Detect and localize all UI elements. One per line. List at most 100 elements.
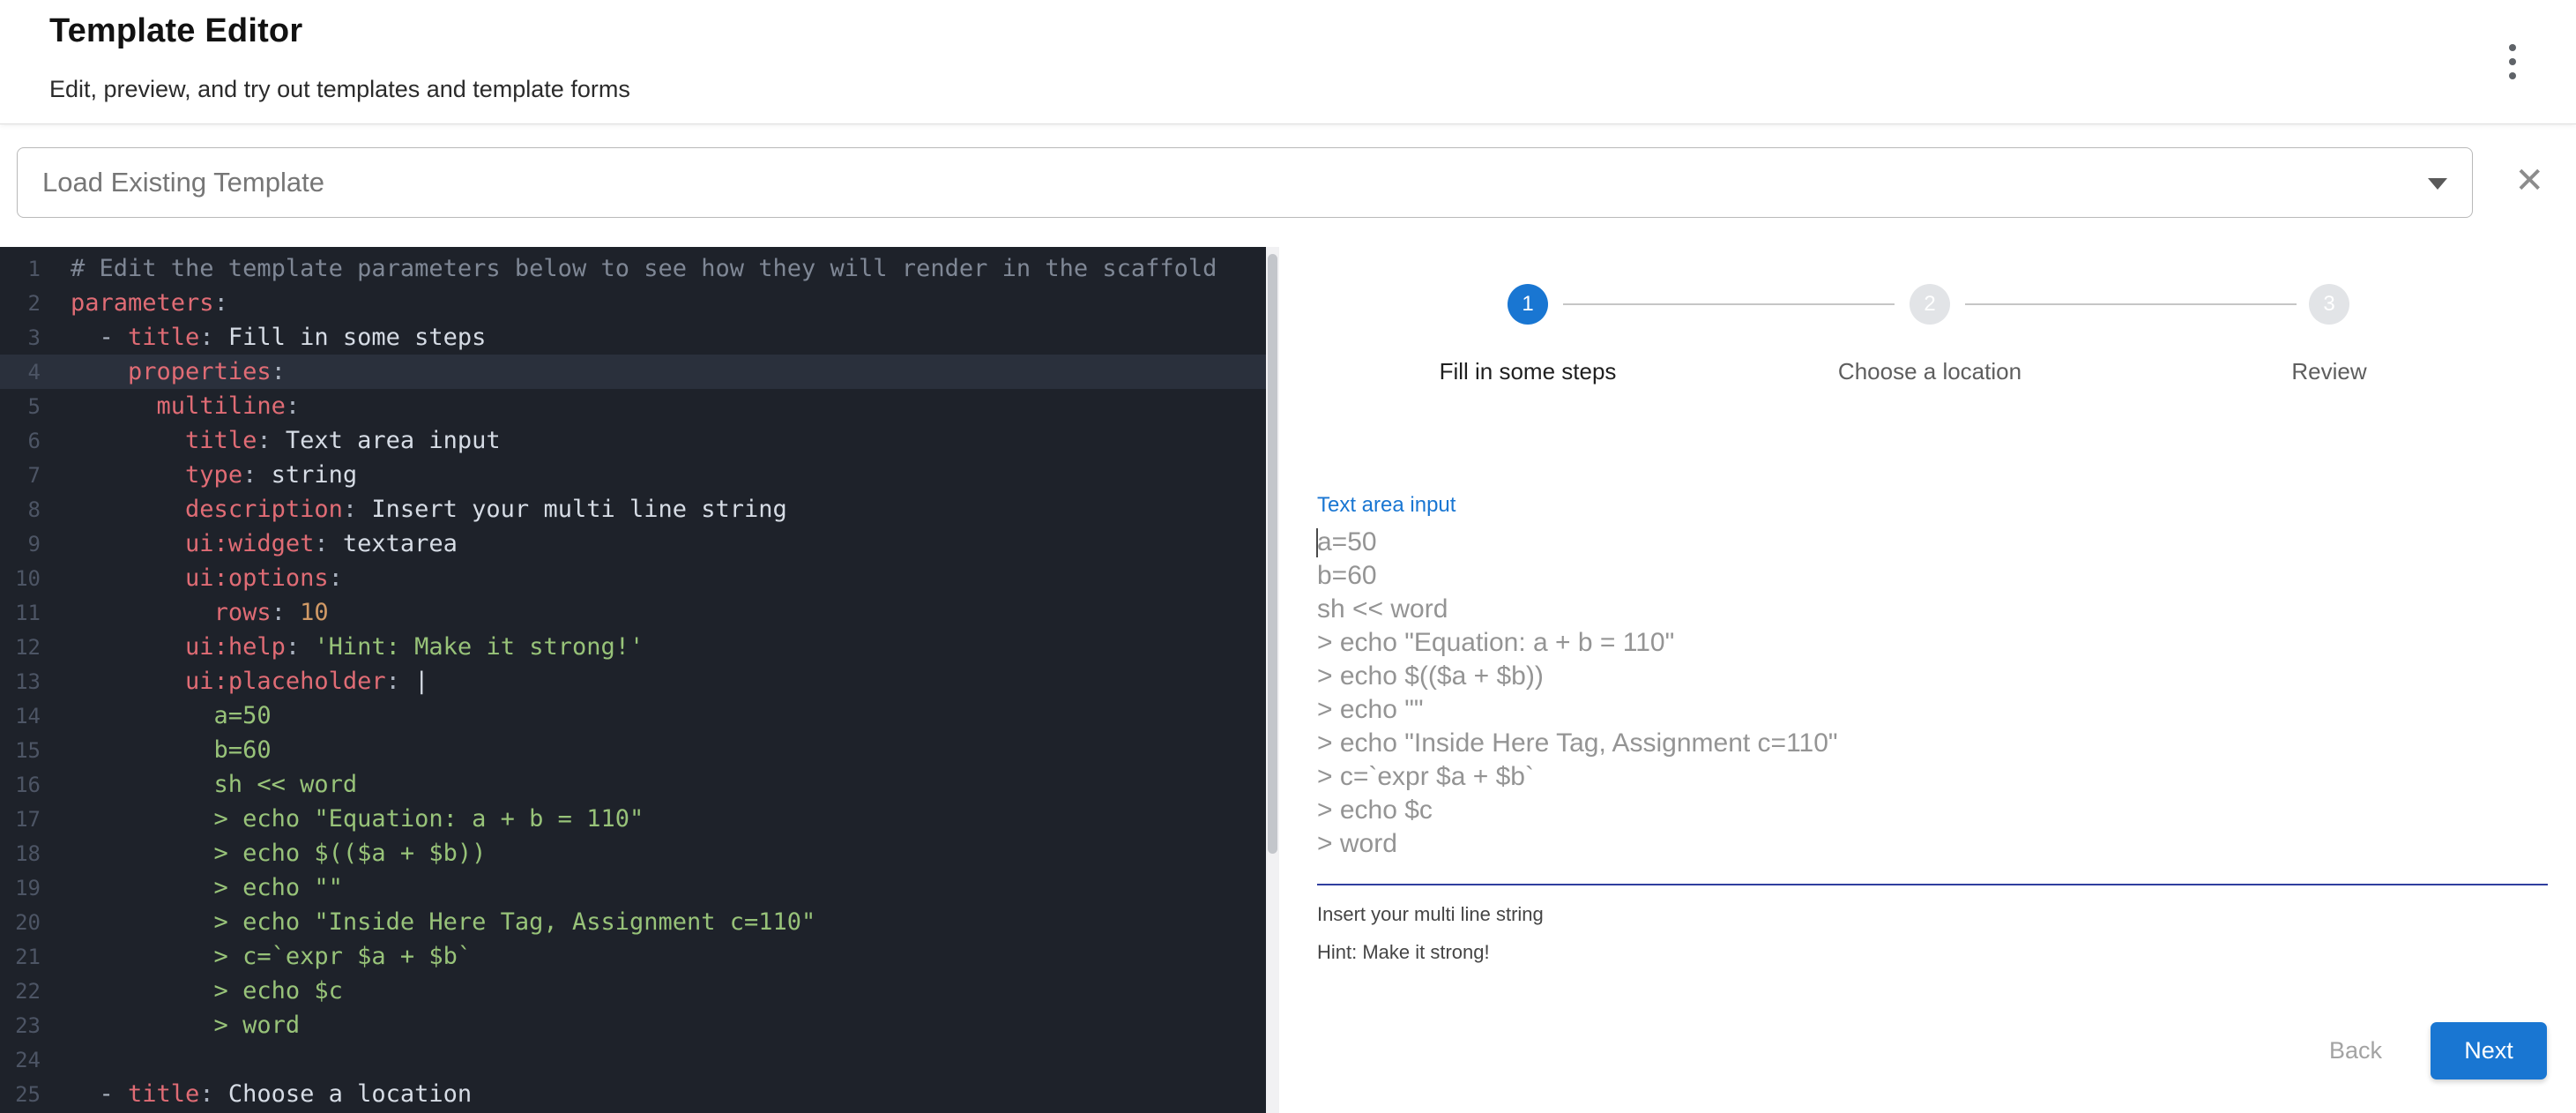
select-placeholder: Load Existing Template bbox=[42, 148, 324, 217]
code-token: a=50 bbox=[71, 702, 272, 729]
code-line[interactable]: 19 > echo "" bbox=[0, 870, 1266, 905]
line-number: 11 bbox=[0, 596, 41, 631]
code-token: > word bbox=[71, 1012, 300, 1039]
code-token bbox=[71, 599, 214, 626]
placeholder-line: sh << word bbox=[1317, 593, 2548, 626]
page-title: Template Editor bbox=[49, 12, 302, 50]
code-token bbox=[71, 358, 128, 385]
code-token: rows bbox=[214, 599, 272, 626]
code-line[interactable]: 7 type: string bbox=[0, 458, 1266, 492]
code-token: properties bbox=[128, 358, 272, 385]
line-number: 3 bbox=[0, 321, 41, 355]
code-line[interactable]: 18 > echo $(($a + $b)) bbox=[0, 836, 1266, 870]
code-token bbox=[71, 427, 185, 454]
code-token: : bbox=[329, 564, 343, 592]
code-token: Choose a location bbox=[214, 1080, 473, 1108]
line-number: 22 bbox=[0, 975, 41, 1009]
code-token: title bbox=[128, 324, 199, 351]
code-token: > echo $(($a + $b)) bbox=[71, 840, 486, 867]
line-number: 18 bbox=[0, 837, 41, 871]
code-token: textarea bbox=[329, 530, 458, 557]
line-number: 15 bbox=[0, 734, 41, 768]
line-number: 19 bbox=[0, 871, 41, 906]
code-line[interactable]: 4 properties: bbox=[0, 355, 1266, 389]
code-line[interactable]: 24 bbox=[0, 1042, 1266, 1077]
code-lines: 1# Edit the template parameters below to… bbox=[0, 247, 1266, 1111]
code-line[interactable]: 11 rows: 10 bbox=[0, 595, 1266, 630]
code-line[interactable]: 22 > echo $c bbox=[0, 974, 1266, 1008]
code-token: | bbox=[400, 668, 429, 695]
code-line[interactable]: 17 > echo "Equation: a + b = 110" bbox=[0, 802, 1266, 836]
code-token bbox=[71, 392, 157, 420]
field-label: Text area input bbox=[1317, 493, 1456, 518]
multiline-textarea[interactable]: a=50b=60sh << word> echo "Equation: a + … bbox=[1317, 526, 2548, 880]
code-line[interactable]: 5 multiline: bbox=[0, 389, 1266, 423]
code-line[interactable]: 9 ui:widget: textarea bbox=[0, 527, 1266, 561]
code-token: Fill in some steps bbox=[214, 324, 487, 351]
code-token: ui:options bbox=[185, 564, 329, 592]
more-options-button[interactable] bbox=[2484, 34, 2541, 90]
code-token: - bbox=[71, 324, 128, 351]
editor-scrollbar[interactable] bbox=[1266, 247, 1279, 1113]
line-number: 9 bbox=[0, 527, 41, 562]
field-description: Insert your multi line string bbox=[1317, 903, 1544, 926]
clear-selection-button[interactable]: ✕ bbox=[2514, 163, 2544, 198]
code-line[interactable]: 12 ui:help: 'Hint: Make it strong!' bbox=[0, 630, 1266, 664]
load-template-select[interactable]: Load Existing Template bbox=[17, 147, 2473, 218]
line-number: 14 bbox=[0, 699, 41, 734]
line-number: 5 bbox=[0, 390, 41, 424]
code-token bbox=[71, 496, 185, 523]
code-line[interactable]: 14 a=50 bbox=[0, 698, 1266, 733]
placeholder-line: a=50 bbox=[1317, 526, 2548, 559]
code-line[interactable]: 3 - title: Fill in some steps bbox=[0, 320, 1266, 355]
line-number: 12 bbox=[0, 631, 41, 665]
code-line[interactable]: 25 - title: Choose a location bbox=[0, 1077, 1266, 1111]
chevron-down-icon[interactable] bbox=[2428, 178, 2447, 190]
line-number: 20 bbox=[0, 906, 41, 940]
code-line[interactable]: 8 description: Insert your multi line st… bbox=[0, 492, 1266, 527]
close-icon: ✕ bbox=[2514, 161, 2544, 200]
line-number: 16 bbox=[0, 768, 41, 803]
yaml-editor[interactable]: 1# Edit the template parameters below to… bbox=[0, 247, 1266, 1113]
code-token: : bbox=[343, 496, 357, 523]
code-token: ui:help bbox=[185, 633, 286, 661]
scrollbar-thumb[interactable] bbox=[1268, 254, 1277, 854]
code-line[interactable]: 15 b=60 bbox=[0, 733, 1266, 767]
line-number: 21 bbox=[0, 940, 41, 975]
line-number: 6 bbox=[0, 424, 41, 459]
line-number: 8 bbox=[0, 493, 41, 527]
code-token: title bbox=[185, 427, 257, 454]
code-line[interactable]: 10 ui:options: bbox=[0, 561, 1266, 595]
placeholder-line: > c=`expr $a + $b` bbox=[1317, 760, 2548, 794]
line-number: 1 bbox=[0, 252, 41, 287]
text-cursor bbox=[1316, 528, 1318, 557]
code-token bbox=[71, 564, 185, 592]
next-button[interactable]: Next bbox=[2431, 1022, 2547, 1079]
code-token: parameters bbox=[71, 289, 214, 317]
code-token: ui:placeholder bbox=[185, 668, 386, 695]
code-token: : bbox=[314, 530, 328, 557]
code-token: > echo "Equation: a + b = 110" bbox=[71, 805, 644, 833]
line-number: 10 bbox=[0, 562, 41, 596]
code-token: Text area input bbox=[272, 427, 501, 454]
code-line[interactable]: 23 > word bbox=[0, 1008, 1266, 1042]
code-line[interactable]: 2parameters: bbox=[0, 286, 1266, 320]
code-token: : bbox=[286, 633, 300, 661]
code-token: : bbox=[199, 324, 213, 351]
code-line[interactable]: 13 ui:placeholder: | bbox=[0, 664, 1266, 698]
placeholder-line: > word bbox=[1317, 827, 2548, 861]
code-token: multiline bbox=[157, 392, 286, 420]
code-token: > echo "Inside Here Tag, Assignment c=11… bbox=[71, 908, 815, 936]
line-number: 17 bbox=[0, 803, 41, 837]
code-token: : bbox=[242, 461, 257, 489]
template-form: Text area input a=50b=60sh << word> echo… bbox=[1317, 247, 2548, 1113]
code-token: : bbox=[257, 427, 271, 454]
code-line[interactable]: 20 > echo "Inside Here Tag, Assignment c… bbox=[0, 905, 1266, 939]
line-number: 4 bbox=[0, 355, 41, 390]
code-line[interactable]: 1# Edit the template parameters below to… bbox=[0, 251, 1266, 286]
template-select-row: Load Existing Template ✕ bbox=[0, 124, 2576, 247]
code-line[interactable]: 6 title: Text area input bbox=[0, 423, 1266, 458]
code-line[interactable]: 16 sh << word bbox=[0, 767, 1266, 802]
code-line[interactable]: 21 > c=`expr $a + $b` bbox=[0, 939, 1266, 974]
back-button[interactable]: Back bbox=[2308, 1027, 2403, 1075]
